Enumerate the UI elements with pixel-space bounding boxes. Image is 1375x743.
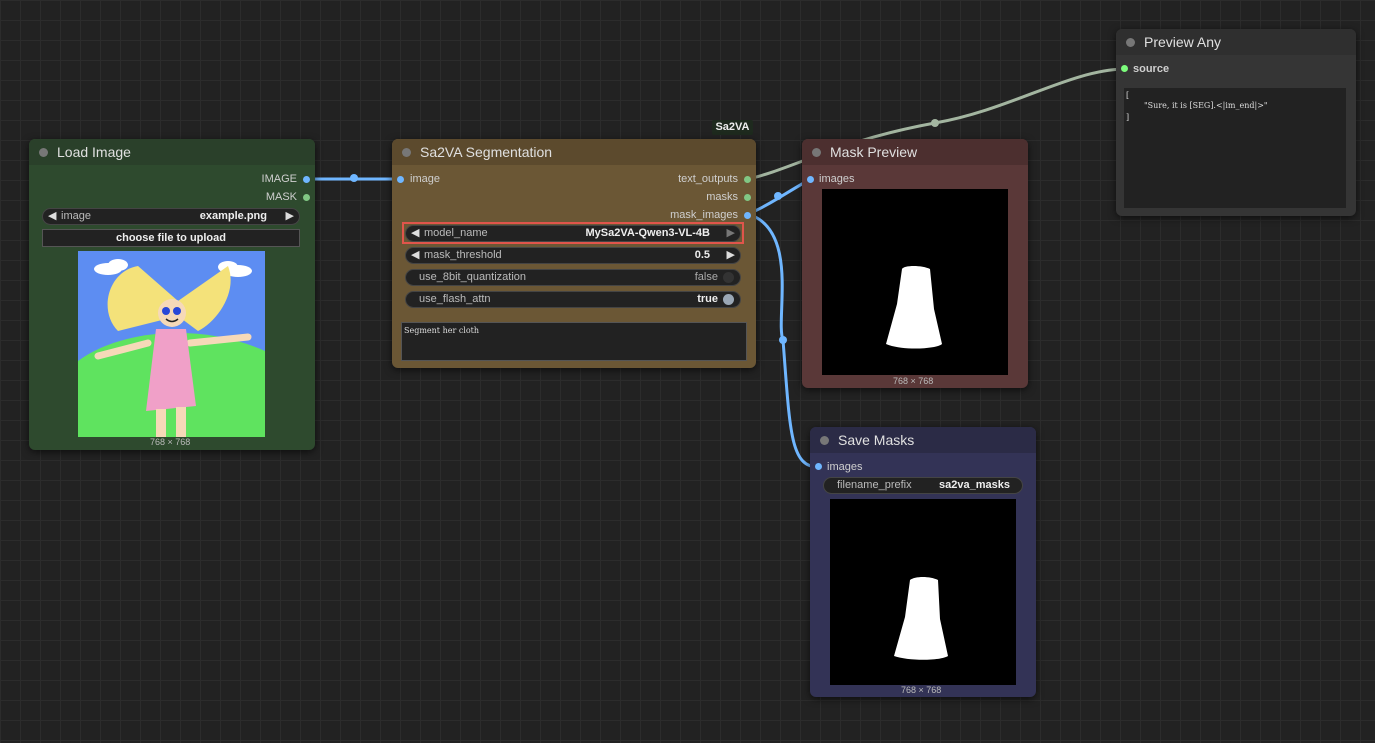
input-images-slot[interactable] <box>815 463 822 470</box>
input-images-label: images <box>827 461 863 473</box>
prompt-textarea[interactable]: Segment her cloth <box>401 322 747 361</box>
filename-prefix-widget[interactable]: filename_prefix sa2va_masks <box>823 477 1023 494</box>
preview-text-line: ] <box>1126 113 1130 122</box>
save-masks-title-bar[interactable]: Save Masks <box>810 427 1036 453</box>
mask-preview-node[interactable]: Mask Preview images 768 × 768 <box>802 139 1028 388</box>
output-image-slot[interactable] <box>303 176 310 183</box>
toggle-on-icon[interactable] <box>723 294 734 305</box>
collapse-dot-icon[interactable] <box>39 147 48 157</box>
filename-prefix-label: filename_prefix <box>837 479 912 491</box>
quantization-label: use_8bit_quantization <box>419 271 527 283</box>
increment-arrow-icon[interactable]: ▶ <box>727 248 735 261</box>
mask-shape <box>886 266 942 349</box>
quantization-value: false <box>694 271 718 283</box>
upload-button[interactable]: choose file to upload <box>42 229 300 247</box>
input-source-label: source <box>1133 63 1170 75</box>
input-image-slot[interactable] <box>397 176 404 183</box>
image-combo-widget[interactable]: ◀ image example.png ▶ <box>42 208 300 225</box>
preview-any-title-bar[interactable]: Preview Any <box>1116 29 1356 55</box>
flash-attn-label: use_flash_attn <box>419 293 491 305</box>
input-images-label: images <box>819 173 855 185</box>
next-arrow-icon[interactable]: ▶ <box>727 226 735 239</box>
node-title: Sa2VA Segmentation <box>420 144 553 160</box>
output-mask-slot[interactable] <box>303 194 310 201</box>
load-image-node[interactable]: Load Image IMAGE MASK ◀ image example.pn… <box>29 139 315 450</box>
output-text-label: text_outputs <box>678 173 738 185</box>
mask-threshold-label: mask_threshold <box>424 249 502 261</box>
mask-preview-dimensions: 768 × 768 <box>893 376 934 386</box>
input-images-slot[interactable] <box>807 176 814 183</box>
mask-threshold-widget[interactable]: ◀ mask_threshold 0.5 ▶ <box>405 247 741 264</box>
node-title: Preview Any <box>1144 34 1222 50</box>
prev-arrow-icon[interactable]: ◀ <box>48 209 56 222</box>
save-masks-image <box>830 499 1016 685</box>
mask-preview-image <box>822 189 1008 375</box>
collapse-dot-icon[interactable] <box>820 435 829 445</box>
preview-text-box: [ "Sure, it is [SEG].<|im_end|>" ] <box>1124 88 1346 208</box>
output-image-label: IMAGE <box>261 173 297 185</box>
preview-any-node[interactable]: Preview Any source [ "Sure, it is [SEG].… <box>1116 29 1356 216</box>
image-dimensions: 768 × 768 <box>150 437 191 447</box>
image-preview <box>78 251 265 437</box>
drawing-image <box>78 251 265 437</box>
load-image-title-bar[interactable]: Load Image <box>29 139 315 165</box>
output-masks-slot[interactable] <box>744 194 751 201</box>
collapse-dot-icon[interactable] <box>812 147 821 157</box>
filename-prefix-value: sa2va_masks <box>939 479 1010 491</box>
collapse-dot-icon[interactable] <box>1126 37 1135 47</box>
sa2va-segmentation-node[interactable]: Sa2VA Segmentation image text_outputs ma… <box>392 139 756 368</box>
sa2va-badge: Sa2VA <box>712 120 753 135</box>
mask-threshold-value: 0.5 <box>694 249 710 261</box>
output-mask-label: MASK <box>265 191 297 203</box>
output-mask-images-slot[interactable] <box>744 212 751 219</box>
node-title: Load Image <box>57 144 131 160</box>
output-text-slot[interactable] <box>744 176 751 183</box>
model-name-value: MySa2VA-Qwen3-VL-4B <box>585 227 711 239</box>
output-mask-images-label: mask_images <box>670 209 738 221</box>
toggle-off-icon[interactable] <box>723 272 734 283</box>
flash-attn-value: true <box>697 293 718 305</box>
save-masks-node[interactable]: Save Masks images filename_prefix sa2va_… <box>810 427 1036 697</box>
model-name-label: model_name <box>424 227 488 239</box>
mask-preview-title-bar[interactable]: Mask Preview <box>802 139 1028 165</box>
input-image-label: image <box>410 173 440 185</box>
node-title: Save Masks <box>838 432 915 448</box>
prev-arrow-icon[interactable]: ◀ <box>411 226 419 239</box>
input-source-slot[interactable] <box>1121 65 1128 72</box>
decrement-arrow-icon[interactable]: ◀ <box>411 248 419 261</box>
flash-attn-toggle[interactable]: use_flash_attn true <box>405 291 741 308</box>
image-widget-label: image <box>61 210 91 222</box>
next-arrow-icon[interactable]: ▶ <box>286 209 294 222</box>
sa2va-title-bar[interactable]: Sa2VA Segmentation <box>392 139 756 165</box>
output-masks-label: masks <box>706 191 738 203</box>
node-title: Mask Preview <box>830 144 918 160</box>
quantization-toggle[interactable]: use_8bit_quantization false <box>405 269 741 286</box>
collapse-dot-icon[interactable] <box>402 147 411 157</box>
mask-shape <box>894 577 948 660</box>
image-widget-value: example.png <box>199 210 267 222</box>
model-name-widget[interactable]: ◀ model_name MySa2VA-Qwen3-VL-4B ▶ <box>405 225 741 242</box>
save-masks-dimensions: 768 × 768 <box>901 685 942 695</box>
preview-text-line: "Sure, it is [SEG].<|im_end|>" <box>1144 101 1268 110</box>
